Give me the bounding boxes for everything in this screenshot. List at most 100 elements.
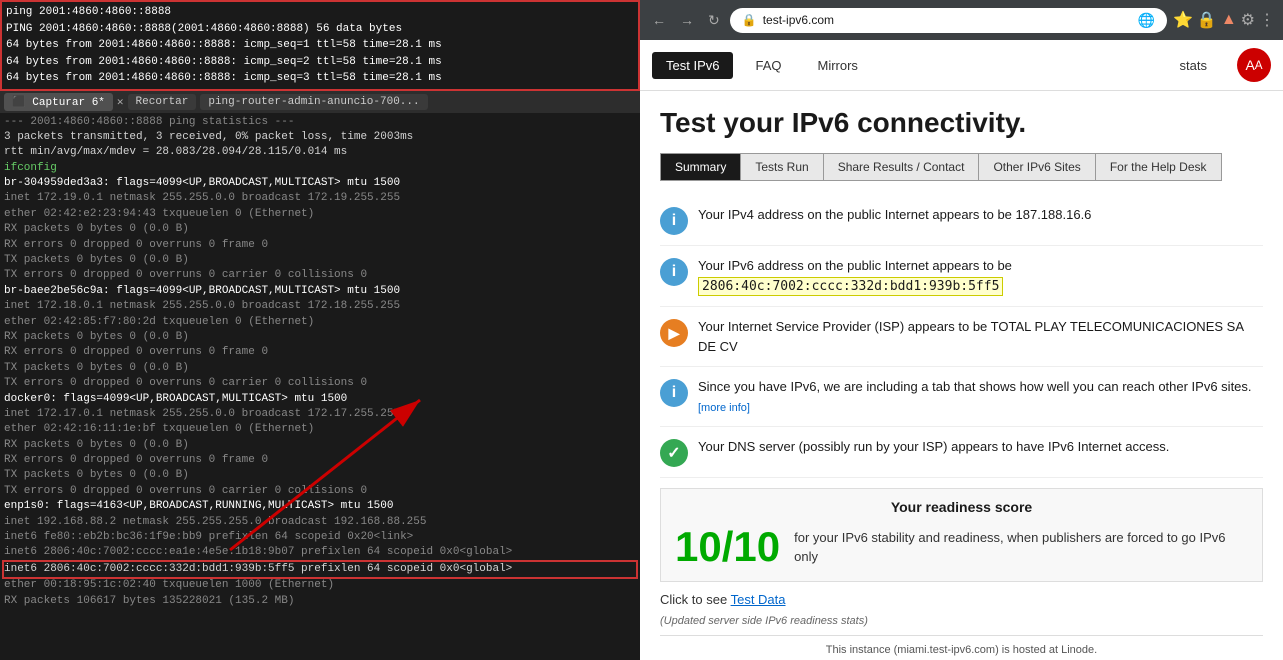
nav-faq[interactable]: FAQ <box>741 52 795 79</box>
test-data-link[interactable]: Test Data <box>731 592 786 607</box>
iface-enp1s0-ether: ether 00:18:95:1c:02:40 txqueuelen 1000 … <box>4 578 636 593</box>
ping-line-4: 64 bytes from 2001:4860:4860::8888: icmp… <box>6 54 634 71</box>
tab-share-results[interactable]: Share Results / Contact <box>824 154 980 180</box>
footer-instance: This instance (miami.test-ipv6.com) is h… <box>660 644 1263 656</box>
updated-note: (Updated server side IPv6 readiness stat… <box>660 615 1263 627</box>
terminal-panel: ping 2001:4860:4860::8888 PING 2001:4860… <box>0 0 640 660</box>
iface-enp1s0-inet6-global1: inet6 2806:40c:7002:cccc:ea1e:4e5e:1b18:… <box>4 545 636 560</box>
ifconfig-cmd: ifconfig <box>4 161 636 176</box>
info-icon-tabs: i <box>660 379 688 407</box>
nav-stats[interactable]: stats <box>1166 52 1221 79</box>
tab-summary[interactable]: Summary <box>661 154 741 180</box>
ipv6-address: 2806:40c:7002:cccc:332d:bdd1:939b:5ff5 <box>698 277 1003 296</box>
ext-icon-3[interactable]: ▲ <box>1221 11 1237 29</box>
iface-enp1s0-inet6-global2: inet6 2806:40c:7002:cccc:332d:bdd1:939b:… <box>4 562 636 577</box>
iface-br0-txerr: TX errors 0 dropped 0 overruns 0 carrier… <box>4 268 636 283</box>
ext-icon-4[interactable]: ⚙ <box>1241 10 1255 30</box>
tab-other-ipv6[interactable]: Other IPv6 Sites <box>979 154 1095 180</box>
nav-test-ipv6[interactable]: Test IPv6 <box>652 52 733 79</box>
iface-br1: br-baee2be56c9a: flags=4099<UP,BROADCAST… <box>4 284 636 299</box>
info-card-ipv4: i Your IPv4 address on the public Intern… <box>660 195 1263 246</box>
iface-docker0-txerr: TX errors 0 dropped 0 overruns 0 carrier… <box>4 484 636 499</box>
ping-line-2: PING 2001:4860:4860::8888(2001:4860:4860… <box>6 21 634 38</box>
ping-line-1: ping 2001:4860:4860::8888 <box>6 4 634 21</box>
iface-docker0-tx: TX packets 0 bytes 0 (0.0 B) <box>4 468 636 483</box>
iface-br1-rxerr: RX errors 0 dropped 0 overruns 0 frame 0 <box>4 345 636 360</box>
ext-icon-2[interactable]: 🔒 <box>1197 10 1217 30</box>
iface-br1-rx: RX packets 0 bytes 0 (0.0 B) <box>4 330 636 345</box>
stats-line-3: rtt min/avg/max/mdev = 28.083/28.094/28.… <box>4 145 636 160</box>
address-bar[interactable]: 🔒 test-ipv6.com 🌐 <box>730 8 1167 33</box>
info-card-tabs: i Since you have IPv6, we are including … <box>660 367 1263 427</box>
iface-br1-ether: ether 02:42:85:f7:80:2d txqueuelen 0 (Et… <box>4 315 636 330</box>
iface-docker0-rx: RX packets 0 bytes 0 (0.0 B) <box>4 438 636 453</box>
info-text-isp: Your Internet Service Provider (ISP) app… <box>698 317 1263 356</box>
terminal-tab-recortar[interactable]: Recortar <box>128 94 197 110</box>
iface-docker0-ether: ether 02:42:16:11:1e:bf txqueuelen 0 (Et… <box>4 422 636 437</box>
menu-dots-icon[interactable]: ⋮ <box>1259 10 1275 30</box>
readiness-score-row: 10/10 for your IPv6 stability and readin… <box>675 523 1248 571</box>
tabs-info-text: Since you have IPv6, we are including a … <box>698 379 1252 394</box>
iface-br0-tx: TX packets 0 bytes 0 (0.0 B) <box>4 253 636 268</box>
content-tabs-bar: Summary Tests Run Share Results / Contac… <box>660 153 1222 181</box>
info-text-tabs: Since you have IPv6, we are including a … <box>698 377 1263 416</box>
more-info-link[interactable]: [more info] <box>698 402 750 414</box>
ping-line-5: 64 bytes from 2001:4860:4860::8888: icmp… <box>6 70 634 87</box>
stats-line-2: 3 packets transmitted, 3 received, 0% pa… <box>4 130 636 145</box>
readiness-title: Your readiness score <box>675 499 1248 515</box>
terminal-tab-capture[interactable]: ⬛ Capturar 6* <box>4 93 113 111</box>
site-footer-area: This instance (miami.test-ipv6.com) is h… <box>660 635 1263 660</box>
ext-icon-1[interactable]: ⭐ <box>1173 10 1193 30</box>
iface-br1-inet: inet 172.18.0.1 netmask 255.255.0.0 broa… <box>4 299 636 314</box>
iface-br1-txerr: TX errors 0 dropped 0 overruns 0 carrier… <box>4 376 636 391</box>
browser-toolbar: ← → ↻ 🔒 test-ipv6.com 🌐 ⭐ 🔒 ▲ ⚙ ⋮ <box>640 0 1283 40</box>
iface-enp1s0: enp1s0: flags=4163<UP,BROADCAST,RUNNING,… <box>4 499 636 514</box>
nav-mirrors[interactable]: Mirrors <box>803 52 871 79</box>
tab-help-desk[interactable]: For the Help Desk <box>1096 154 1221 180</box>
iface-enp1s0-inet: inet 192.168.88.2 netmask 255.255.255.0 … <box>4 515 636 530</box>
extension-icons: ⭐ 🔒 ▲ ⚙ ⋮ <box>1173 10 1275 30</box>
readiness-description: for your IPv6 stability and readiness, w… <box>794 528 1248 567</box>
info-icon-ipv6: i <box>660 258 688 286</box>
iface-docker0: docker0: flags=4099<UP,BROADCAST,MULTICA… <box>4 392 636 407</box>
info-text-ipv6: Your IPv6 address on the public Internet… <box>698 256 1012 296</box>
terminal-ping-output: ping 2001:4860:4860::8888 PING 2001:4860… <box>0 0 640 91</box>
forward-button[interactable]: → <box>676 10 698 30</box>
info-icon-isp: ▶ <box>660 319 688 347</box>
iface-br0: br-304959ded3a3: flags=4099<UP,BROADCAST… <box>4 176 636 191</box>
iface-br0-ether: ether 02:42:e2:23:94:43 txqueuelen 0 (Et… <box>4 207 636 222</box>
address-text: test-ipv6.com <box>763 13 834 27</box>
back-button[interactable]: ← <box>648 10 670 30</box>
iface-enp1s0-inet6-fe80: inet6 fe80::eb2b:bc36:1f9e:bb9 prefixlen… <box>4 530 636 545</box>
iface-enp1s0-rx: RX packets 106617 bytes 135228021 (135.2… <box>4 594 636 609</box>
terminal-tabs-bar: ⬛ Capturar 6* ✕ Recortar ping-router-adm… <box>0 91 640 113</box>
site-main-content: Test your IPv6 connectivity. Summary Tes… <box>640 91 1283 660</box>
iface-br0-inet: inet 172.19.0.1 netmask 255.255.0.0 broa… <box>4 191 636 206</box>
ping-line-3: 64 bytes from 2001:4860:4860::8888: icmp… <box>6 37 634 54</box>
info-text-ipv4: Your IPv4 address on the public Internet… <box>698 205 1091 225</box>
iface-br0-rx: RX packets 0 bytes 0 (0.0 B) <box>4 222 636 237</box>
terminal-tab-ping[interactable]: ping-router-admin-anuncio-700... <box>200 94 427 110</box>
iface-docker0-inet: inet 172.17.0.1 netmask 255.255.0.0 broa… <box>4 407 636 422</box>
tab-tests-run[interactable]: Tests Run <box>741 154 823 180</box>
readiness-box: Your readiness score 10/10 for your IPv6… <box>660 488 1263 582</box>
test-data-label: Click to see <box>660 592 727 607</box>
iface-br1-tx: TX packets 0 bytes 0 (0.0 B) <box>4 361 636 376</box>
security-lock-icon: 🔒 <box>742 13 757 27</box>
reload-button[interactable]: ↻ <box>704 10 724 31</box>
iface-docker0-rxerr: RX errors 0 dropped 0 overruns 0 frame 0 <box>4 453 636 468</box>
info-text-dns: Your DNS server (possibly run by your IS… <box>698 437 1169 457</box>
translate-button[interactable]: AA <box>1237 48 1271 82</box>
site-navigation: Test IPv6 FAQ Mirrors stats AA <box>640 40 1283 91</box>
terminal-tab-close-btn[interactable]: ✕ <box>117 95 124 109</box>
test-data-section: Click to see Test Data <box>660 592 1263 607</box>
page-title: Test your IPv6 connectivity. <box>660 107 1263 139</box>
info-icon-ipv4: i <box>660 207 688 235</box>
info-icon-dns: ✓ <box>660 439 688 467</box>
iface-br0-rxerr: RX errors 0 dropped 0 overruns 0 frame 0 <box>4 238 636 253</box>
ipv6-label: Your IPv6 address on the public Internet… <box>698 258 1012 273</box>
info-card-dns: ✓ Your DNS server (possibly run by your … <box>660 427 1263 478</box>
stats-line-1: --- 2001:4860:4860::8888 ping statistics… <box>4 115 636 130</box>
info-card-ipv6: i Your IPv6 address on the public Intern… <box>660 246 1263 307</box>
readiness-score: 10/10 <box>675 523 780 571</box>
